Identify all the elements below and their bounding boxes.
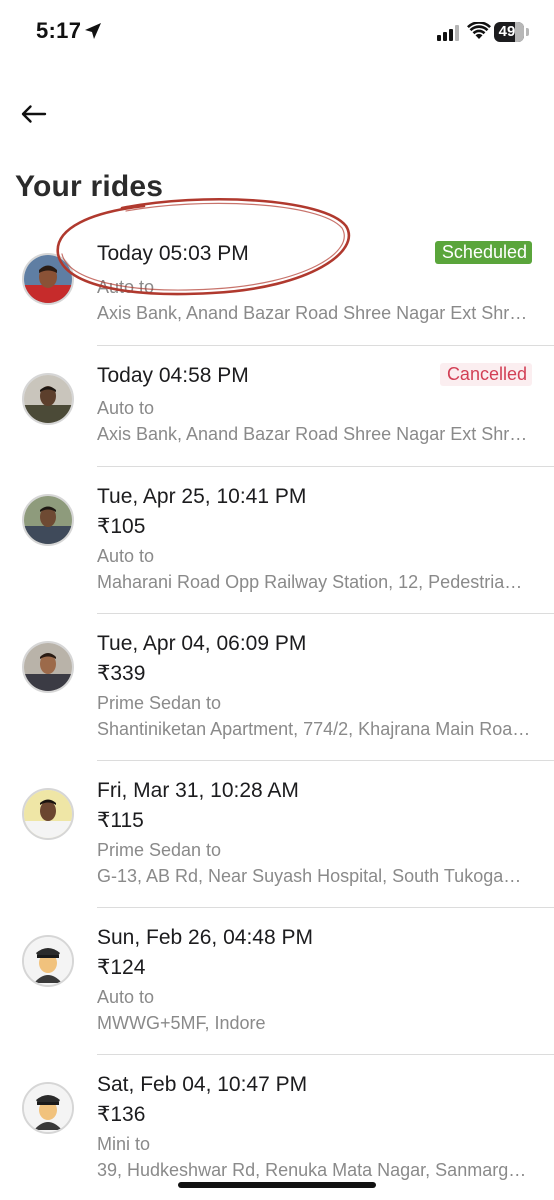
ride-item[interactable]: Today 04:58 PM Cancelled Auto to Axis Ba… bbox=[0, 346, 554, 466]
battery-level: 49 bbox=[498, 23, 516, 40]
ride-type: Prime Sedan to bbox=[97, 693, 222, 713]
driver-avatar bbox=[22, 494, 74, 546]
status-time: 5:17 bbox=[36, 18, 82, 43]
ride-item[interactable]: Tue, Apr 04, 06:09 PM ₹339 Prime Sedan t… bbox=[0, 614, 554, 760]
page-title: Your rides bbox=[15, 170, 164, 203]
ride-item[interactable]: Fri, Mar 31, 10:28 AM ₹115 Prime Sedan t… bbox=[0, 761, 554, 907]
ride-item[interactable]: Sat, Feb 04, 10:47 PM ₹136 Mini to 39, H… bbox=[0, 1055, 554, 1200]
ride-type: Auto to bbox=[97, 546, 155, 566]
ride-type: Auto to bbox=[97, 987, 155, 1007]
driver-avatar bbox=[22, 373, 74, 425]
home-indicator[interactable] bbox=[178, 1182, 376, 1188]
ride-type: Auto to bbox=[97, 277, 155, 297]
battery-cap bbox=[526, 28, 529, 36]
status-bar: 5:17 49 bbox=[0, 0, 554, 66]
ride-date: Today 04:58 PM bbox=[97, 364, 249, 387]
ride-price: ₹115 bbox=[97, 809, 144, 832]
back-arrow-icon bbox=[16, 105, 52, 136]
ride-destination: Axis Bank, Anand Bazar Road Shree Nagar … bbox=[97, 424, 531, 444]
ride-destination: MWWG+5MF, Indore bbox=[97, 1013, 266, 1033]
driver-avatar bbox=[22, 788, 74, 840]
ride-type: Prime Sedan to bbox=[97, 840, 222, 860]
ride-item[interactable]: Sun, Feb 26, 04:48 PM ₹124 Auto to MWWG+… bbox=[0, 908, 554, 1054]
ride-date: Sun, Feb 26, 04:48 PM bbox=[97, 926, 313, 949]
ride-date: Sat, Feb 04, 10:47 PM bbox=[97, 1073, 308, 1096]
ride-item[interactable]: Today 05:03 PM Scheduled Auto to Axis Ba… bbox=[0, 226, 554, 346]
ride-destination: 39, Hudkeshwar Rd, Renuka Mata Nagar, Sa… bbox=[97, 1160, 531, 1180]
status-badge: Cancelled bbox=[439, 363, 532, 386]
ride-destination: Maharani Road Opp Railway Station, 12, P… bbox=[97, 572, 531, 592]
ride-price: ₹136 bbox=[97, 1103, 146, 1126]
driver-avatar bbox=[22, 641, 74, 693]
cellular-signal-icon bbox=[437, 25, 461, 46]
ride-type: Mini to bbox=[97, 1134, 151, 1154]
wifi-icon bbox=[467, 21, 491, 45]
ride-destination: Shantiniketan Apartment, 774/2, Khajrana… bbox=[97, 719, 531, 739]
back-button[interactable] bbox=[16, 96, 52, 132]
driver-avatar bbox=[22, 253, 74, 305]
status-badge: Scheduled bbox=[434, 241, 532, 264]
driver-placeholder-avatar bbox=[22, 935, 74, 987]
ride-date: Tue, Apr 04, 06:09 PM bbox=[97, 632, 307, 655]
ride-item[interactable]: Tue, Apr 25, 10:41 PM ₹105 Auto to Mahar… bbox=[0, 467, 554, 613]
ride-price: ₹124 bbox=[97, 956, 146, 979]
ride-date: Fri, Mar 31, 10:28 AM bbox=[97, 779, 299, 802]
ride-type: Auto to bbox=[97, 398, 155, 418]
ride-date: Today 05:03 PM bbox=[97, 242, 249, 265]
rides-screen: 5:17 49 Your rides Today 05:03 PM Schedu… bbox=[0, 0, 554, 1200]
ride-date: Tue, Apr 25, 10:41 PM bbox=[97, 485, 307, 508]
ride-price: ₹339 bbox=[97, 662, 146, 685]
location-arrow-icon bbox=[84, 22, 102, 45]
ride-destination: G-13, AB Rd, Near Suyash Hospital, South… bbox=[97, 866, 531, 886]
battery-icon: 49 bbox=[494, 22, 524, 42]
ride-price: ₹105 bbox=[97, 515, 146, 538]
driver-placeholder-avatar bbox=[22, 1082, 74, 1134]
ride-destination: Axis Bank, Anand Bazar Road Shree Nagar … bbox=[97, 303, 531, 323]
